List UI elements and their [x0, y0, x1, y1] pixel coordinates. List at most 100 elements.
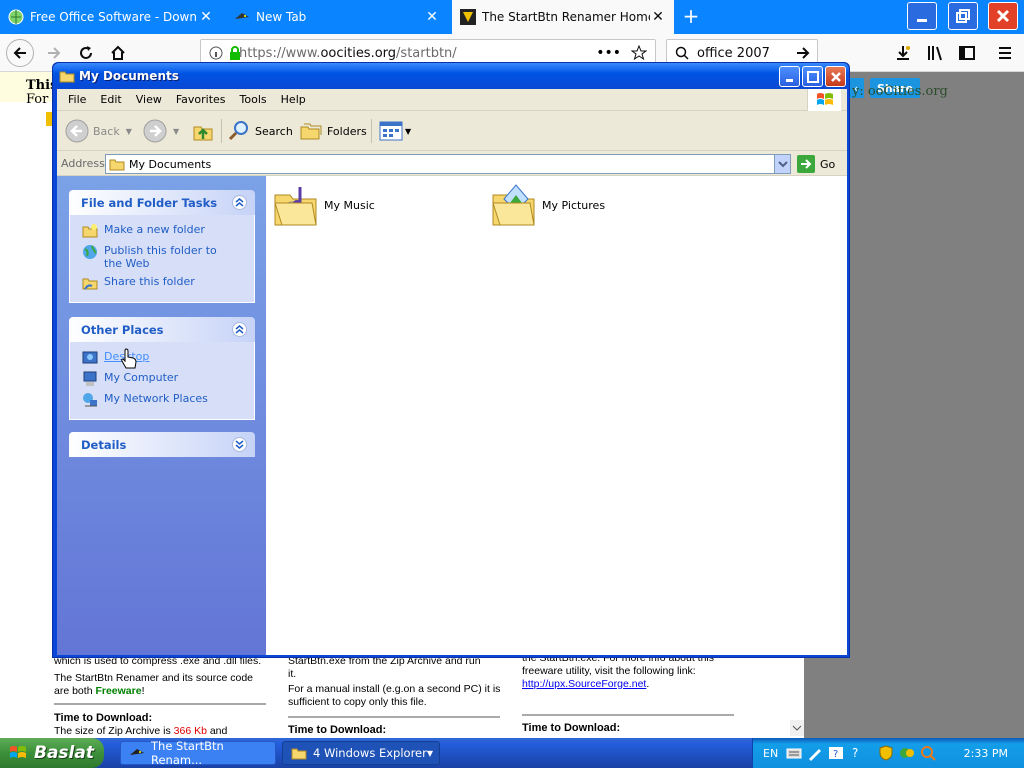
folder-icon: [291, 748, 307, 760]
search-icon: [228, 121, 248, 141]
chevron-up-icon[interactable]: [232, 322, 247, 337]
task-publish-folder[interactable]: Publish this folder to the Web: [82, 244, 254, 270]
go-label: Go: [820, 157, 836, 171]
sidebar-icon[interactable]: [958, 44, 976, 62]
download-icon[interactable]: [894, 44, 912, 62]
section-heading: Time to Download:: [522, 722, 621, 734]
tab-startbtn[interactable]: The StartBtn Renamer Home Page ✕: [452, 0, 674, 34]
section-heading: Time to Download:: [288, 724, 387, 736]
minimize-icon: [785, 78, 793, 82]
arrow-left-icon: [13, 47, 26, 59]
clock[interactable]: 2:33 PM: [964, 747, 1008, 760]
star-icon[interactable]: [631, 45, 647, 61]
search-button[interactable]: Search: [227, 117, 293, 145]
back-button[interactable]: Back ▼: [65, 117, 132, 145]
task-label: Make a new folder: [104, 223, 205, 236]
tab-free-office[interactable]: Free Office Software - Download ✕: [0, 0, 222, 34]
chevron-up-icon[interactable]: [232, 195, 247, 210]
close-window-button[interactable]: [988, 2, 1018, 30]
tab-label: Free Office Software - Download: [30, 10, 198, 24]
folder-up-icon: [193, 126, 213, 141]
page-scrollbar[interactable]: [790, 720, 804, 736]
close-icon[interactable]: ✕: [650, 9, 666, 25]
menu-tools[interactable]: Tools: [233, 93, 274, 106]
task-label: Share this folder: [104, 275, 195, 288]
task-label: 4 Windows Explorer: [313, 746, 427, 760]
explorer-task-pane: File and Folder Tasks Make a new folder …: [57, 176, 266, 655]
page-text: The size of Zip Archive is 366 Kb and: [54, 725, 268, 738]
upx-link[interactable]: http://upx.SourceForge.net: [522, 678, 646, 690]
network-icon[interactable]: [899, 745, 915, 761]
views-button[interactable]: ▼: [379, 117, 411, 145]
divider: [288, 716, 500, 718]
explorer-title-bar[interactable]: My Documents: [53, 63, 849, 89]
security-shield-icon[interactable]: [878, 745, 894, 761]
back-label: Back: [93, 124, 120, 138]
minimize-icon: [917, 19, 927, 22]
tab-new-tab[interactable]: New Tab ✕: [226, 0, 448, 34]
tab-label: The StartBtn Renamer Home Page: [482, 10, 650, 24]
item-label: My Music: [324, 198, 375, 212]
folder-item-my-music[interactable]: My Music: [272, 181, 375, 229]
url-domain: oocities.org: [320, 45, 397, 61]
magnifier-icon[interactable]: [920, 745, 936, 761]
keyboard-icon[interactable]: [786, 745, 802, 761]
lock-icon: [230, 46, 240, 60]
close-icon[interactable]: ✕: [198, 9, 214, 25]
address-input[interactable]: My Documents: [105, 154, 791, 174]
language-indicator[interactable]: EN: [763, 747, 778, 760]
tray-help-icon[interactable]: ?: [849, 745, 865, 761]
panel-header[interactable]: Other Places: [69, 317, 255, 342]
task-make-new-folder[interactable]: Make a new folder: [82, 223, 254, 239]
help-icon[interactable]: ?: [828, 745, 844, 761]
menu-file[interactable]: File: [61, 93, 93, 106]
chevron-down-icon[interactable]: ▼: [173, 127, 179, 136]
tab-label: New Tab: [256, 10, 307, 24]
startbtn-logo-icon: [460, 9, 476, 25]
menu-icon[interactable]: [996, 44, 1014, 62]
explorer-maximize-button[interactable]: [802, 66, 823, 87]
restore-button[interactable]: [948, 2, 978, 30]
menu-view[interactable]: View: [129, 93, 169, 106]
search-icon: [675, 46, 689, 60]
place-my-computer[interactable]: My Computer: [82, 371, 254, 387]
menu-favorites[interactable]: Favorites: [169, 93, 233, 106]
forward-button[interactable]: ▼: [143, 117, 179, 145]
panel-header[interactable]: File and Folder Tasks: [69, 190, 255, 215]
taskbar-button-explorer[interactable]: 4 Windows Explorer ▼: [282, 741, 440, 765]
go-button[interactable]: Go: [797, 154, 835, 174]
back-button[interactable]: [6, 39, 34, 67]
minimize-button[interactable]: [907, 2, 937, 30]
pictures-folder-icon: [492, 184, 535, 226]
arrow-right-icon[interactable]: [795, 45, 811, 61]
chevron-down-icon[interactable]: ▼: [126, 127, 132, 136]
menu-help[interactable]: Help: [274, 93, 313, 106]
back-arrow-icon: [65, 119, 89, 143]
new-tab-button[interactable]: +: [680, 4, 702, 28]
place-my-network-places[interactable]: My Network Places: [82, 392, 254, 408]
up-folder-button[interactable]: [191, 117, 215, 145]
folder-item-my-pictures[interactable]: My Pictures: [490, 181, 605, 229]
taskbar-button-startbtn[interactable]: The StartBtn Renam...: [120, 739, 276, 767]
globe-icon: [83, 245, 97, 259]
page-text: it.: [288, 668, 297, 680]
place-desktop[interactable]: Desktop: [82, 350, 254, 366]
toolbar-separator: [371, 119, 372, 143]
folders-button[interactable]: Folders: [299, 117, 367, 145]
folders-icon: [300, 123, 322, 140]
menu-edit[interactable]: Edit: [93, 93, 128, 106]
address-dropdown-button[interactable]: [774, 155, 790, 173]
explorer-close-button[interactable]: [825, 66, 846, 87]
chevron-down-icon[interactable]: [232, 437, 247, 452]
start-button[interactable]: Baslat: [0, 738, 104, 768]
chevron-down-icon: [792, 725, 802, 731]
panel-header[interactable]: Details: [69, 432, 255, 457]
close-icon[interactable]: ✕: [424, 9, 440, 25]
explorer-body: File Edit View Favorites Tools Help Back…: [57, 89, 847, 655]
pen-icon[interactable]: [807, 745, 823, 761]
explorer-minimize-button[interactable]: [779, 66, 800, 87]
task-share-folder[interactable]: Share this folder: [82, 275, 254, 291]
library-icon[interactable]: [926, 44, 944, 62]
page-text: are both Freeware!: [54, 685, 268, 698]
page-actions-icon[interactable]: •••: [596, 45, 621, 61]
